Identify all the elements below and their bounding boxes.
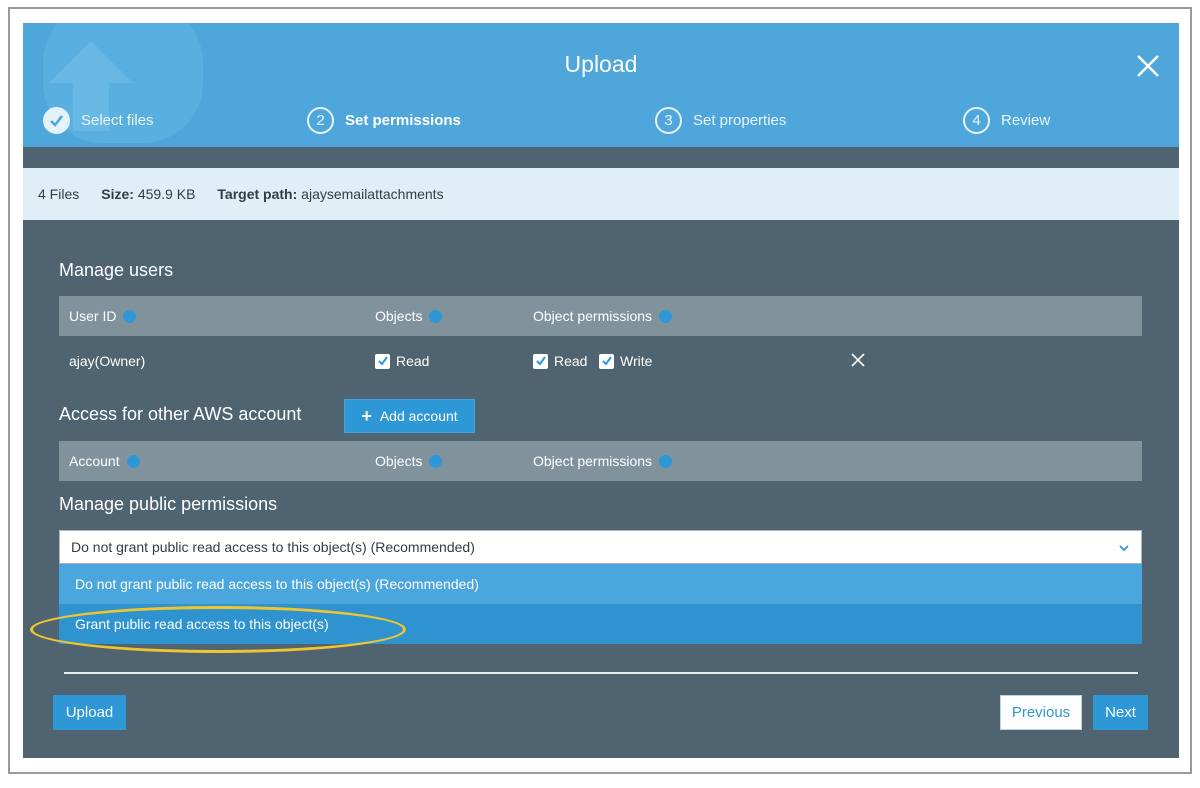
step-number: 3	[655, 106, 682, 134]
step-number: 4	[963, 106, 990, 134]
user-id-cell: ajay(Owner)	[69, 353, 146, 369]
check-circle-icon	[43, 106, 70, 134]
info-icon[interactable]: i	[659, 454, 673, 468]
close-icon[interactable]	[1133, 51, 1163, 81]
checkbox-checked-icon	[533, 353, 548, 369]
column-objects: Objects i	[375, 296, 443, 336]
upload-summary-bar: 4 Files Size: 459.9 KB Target path: ajay…	[23, 168, 1179, 220]
step-set-permissions[interactable]: 2 Set permissions	[307, 106, 461, 134]
upload-modal: Upload Select files 2 Set permissions 3 …	[23, 23, 1179, 758]
file-count: 4 Files	[38, 186, 80, 202]
objects-read-checkbox[interactable]: Read	[375, 341, 429, 381]
header-band	[23, 147, 1179, 168]
option-no-public-read[interactable]: Do not grant public read access to this …	[59, 564, 1142, 604]
users-table-header: User ID i Objects i Object permissions i	[59, 296, 1142, 336]
checkbox-checked-icon	[375, 353, 390, 369]
permissions-write-checkbox[interactable]: Write	[599, 341, 652, 381]
step-number: 2	[307, 106, 334, 134]
info-icon[interactable]: i	[429, 454, 443, 468]
option-grant-public-read[interactable]: Grant public read access to this object(…	[59, 604, 1142, 644]
upload-button[interactable]: Upload	[53, 695, 126, 730]
public-permissions-heading: Manage public permissions	[59, 494, 278, 514]
chevron-down-icon	[1119, 545, 1129, 552]
step-label: Select files	[81, 111, 154, 129]
step-label: Review	[1001, 111, 1051, 129]
public-permissions-select[interactable]: Do not grant public read access to this …	[59, 530, 1142, 564]
info-icon[interactable]: i	[123, 309, 137, 323]
target-path-info: Target path: ajaysemailattachments	[217, 186, 444, 202]
column-object-permissions: Object permissions i	[533, 296, 673, 336]
table-row: ajay(Owner) Read Read Write	[59, 341, 1142, 381]
remove-user-icon[interactable]	[850, 352, 866, 368]
info-icon[interactable]: i	[126, 454, 140, 468]
size-info: Size: 459.9 KB	[101, 186, 196, 202]
add-account-button[interactable]: + Add account	[344, 399, 475, 433]
info-icon[interactable]: i	[429, 309, 443, 323]
footer-divider	[64, 672, 1138, 674]
step-select-files[interactable]: Select files	[43, 106, 154, 134]
manage-users-heading: Manage users	[59, 260, 174, 280]
checkbox-checked-icon	[599, 353, 614, 369]
previous-button[interactable]: Previous	[1000, 695, 1082, 730]
modal-header: Upload Select files 2 Set permissions 3 …	[23, 23, 1179, 147]
permissions-read-checkbox[interactable]: Read	[533, 341, 587, 381]
column-objects: Objects i	[375, 441, 443, 481]
other-account-heading: Access for other AWS account	[59, 404, 302, 424]
column-object-permissions: Object permissions i	[533, 441, 673, 481]
step-set-properties[interactable]: 3 Set properties	[655, 106, 786, 134]
plus-icon: +	[361, 406, 372, 426]
column-user-id: User ID i	[69, 296, 137, 336]
accounts-table-header: Account i Objects i Object permissions i	[59, 441, 1142, 481]
info-icon[interactable]: i	[659, 309, 673, 323]
step-label: Set properties	[693, 111, 787, 129]
next-button[interactable]: Next	[1093, 695, 1148, 730]
modal-title: Upload	[564, 51, 638, 77]
step-label: Set permissions	[345, 111, 461, 129]
step-review[interactable]: 4 Review	[963, 106, 1050, 134]
column-account: Account i	[69, 441, 140, 481]
